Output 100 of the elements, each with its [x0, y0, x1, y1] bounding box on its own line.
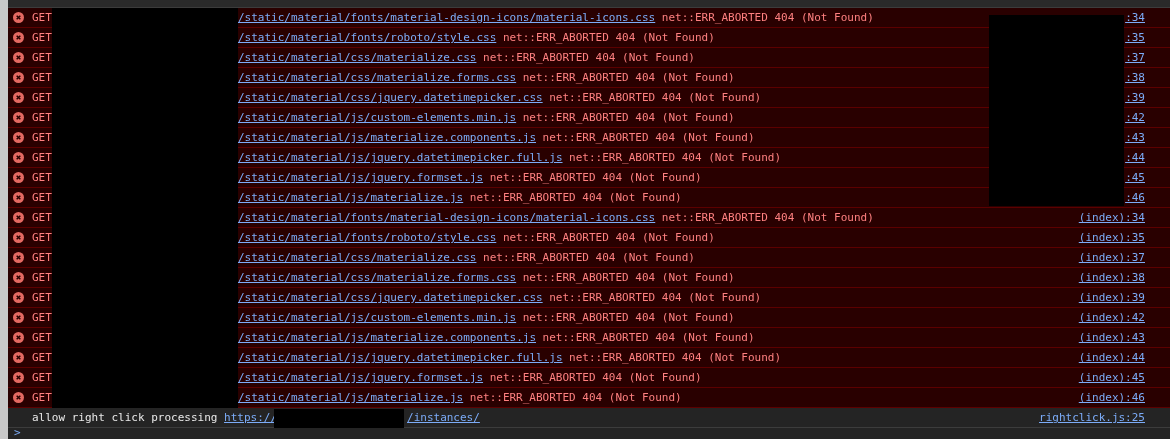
source-link[interactable]: :44 — [1125, 151, 1145, 164]
error-icon — [13, 252, 24, 263]
error-message: net::ERR_ABORTED 404 (Not Found) — [489, 371, 702, 384]
request-method: GET — [32, 391, 53, 404]
error-message: net::ERR_ABORTED 404 (Not Found) — [661, 211, 874, 224]
source-link[interactable]: (index):43 — [1078, 331, 1145, 344]
error-message: net::ERR_ABORTED 404 (Not Found) — [483, 51, 695, 64]
request-method: GET — [32, 91, 53, 104]
error-icon — [13, 212, 24, 223]
request-url-link[interactable]: /static/material/fonts/material-design-icons/material-icons.css — [238, 11, 656, 24]
source-link[interactable]: :39 — [1125, 91, 1145, 104]
error-icon — [13, 352, 24, 363]
request-method: GET — [32, 371, 53, 384]
error-message: net::ERR_ABORTED 404 (Not Found) — [483, 251, 695, 264]
source-link[interactable]: :34 — [1125, 11, 1145, 24]
source-link[interactable]: (index):37 — [1078, 251, 1145, 264]
error-icon — [13, 392, 24, 403]
source-link[interactable]: :35 — [1125, 31, 1145, 44]
request-method: GET — [32, 31, 53, 44]
request-method: GET — [32, 51, 53, 64]
request-method: GET — [32, 211, 53, 224]
source-link[interactable]: (index):39 — [1078, 291, 1145, 304]
error-message: net::ERR_ABORTED 404 (Not Found) — [542, 131, 755, 144]
error-icon — [13, 292, 24, 303]
url-link-end[interactable]: /instances/ — [407, 411, 480, 424]
source-link[interactable]: (index):44 — [1078, 351, 1145, 364]
request-url-link[interactable]: /static/material/css/materialize.css — [238, 51, 477, 64]
request-url-link[interactable]: /static/material/css/jquery.datetimepicker.css — [238, 91, 543, 104]
request-url-link[interactable]: /static/material/fonts/roboto/style.css — [238, 31, 497, 44]
error-icon — [13, 72, 24, 83]
request-method: GET — [32, 71, 53, 84]
error-message: net::ERR_ABORTED 404 (Not Found) — [549, 91, 762, 104]
log-message: allow right click processing — [32, 411, 218, 424]
source-link[interactable]: (index):42 — [1078, 311, 1145, 324]
request-url-link[interactable]: /static/material/css/materialize.forms.css — [238, 271, 517, 284]
error-icon — [13, 32, 24, 43]
request-url-link[interactable]: /static/material/js/jquery.datetimepicker.full.js — [238, 351, 563, 364]
request-url-link[interactable]: /static/material/js/custom-elements.min.js — [238, 311, 517, 324]
request-url-link[interactable]: /static/material/js/materialize.components.js — [238, 331, 536, 344]
error-message: net::ERR_ABORTED 404 (Not Found) — [522, 111, 735, 124]
error-message: net::ERR_ABORTED 404 (Not Found) — [661, 11, 874, 24]
error-icon — [13, 192, 24, 203]
request-url-link[interactable]: /static/material/fonts/material-design-icons/material-icons.css — [238, 211, 656, 224]
source-link[interactable]: :45 — [1125, 171, 1145, 184]
error-icon — [13, 172, 24, 183]
source-link[interactable]: (index):46 — [1078, 391, 1145, 404]
request-method: GET — [32, 191, 53, 204]
source-link[interactable]: rightclick.js:25 — [1039, 411, 1145, 424]
error-message: net::ERR_ABORTED 404 (Not Found) — [549, 291, 762, 304]
source-link[interactable]: (index):35 — [1078, 231, 1145, 244]
request-method: GET — [32, 271, 53, 284]
error-icon — [13, 112, 24, 123]
error-message: net::ERR_ABORTED 404 (Not Found) — [469, 391, 682, 404]
error-icon — [13, 272, 24, 283]
request-url-link[interactable]: /static/material/css/jquery.datetimepicker.css — [238, 291, 543, 304]
source-link[interactable]: :37 — [1125, 51, 1145, 64]
source-link[interactable]: (index):34 — [1078, 211, 1145, 224]
error-icon — [13, 52, 24, 63]
error-message: net::ERR_ABORTED 404 (Not Found) — [489, 171, 702, 184]
source-link[interactable]: (index):38 — [1078, 271, 1145, 284]
request-method: GET — [32, 311, 53, 324]
request-method: GET — [32, 151, 53, 164]
request-url-link[interactable]: /static/material/js/materialize.js — [238, 391, 464, 404]
error-icon — [13, 332, 24, 343]
error-icon — [13, 232, 24, 243]
error-message: net::ERR_ABORTED 404 (Not Found) — [469, 191, 682, 204]
request-url-link[interactable]: /static/material/css/materialize.forms.css — [238, 71, 517, 84]
error-message: net::ERR_ABORTED 404 (Not Found) — [569, 151, 782, 164]
error-icon — [13, 12, 24, 23]
source-link[interactable]: :38 — [1125, 71, 1145, 84]
request-url-link[interactable]: /static/material/css/materialize.css — [238, 251, 477, 264]
error-message: net::ERR_ABORTED 404 (Not Found) — [569, 351, 782, 364]
console-prompt[interactable]: > — [14, 428, 21, 437]
error-icon — [13, 132, 24, 143]
error-icon — [13, 152, 24, 163]
request-method: GET — [32, 11, 53, 24]
error-icon — [13, 92, 24, 103]
error-icon — [13, 372, 24, 383]
error-icon — [13, 312, 24, 323]
source-link[interactable]: :46 — [1125, 191, 1145, 204]
error-message: net::ERR_ABORTED 404 (Not Found) — [522, 271, 735, 284]
source-link[interactable]: :42 — [1125, 111, 1145, 124]
request-method: GET — [32, 231, 53, 244]
error-message: net::ERR_ABORTED 404 (Not Found) — [542, 331, 755, 344]
request-method: GET — [32, 111, 53, 124]
request-url-link[interactable]: /static/material/js/jquery.formset.js — [238, 171, 484, 184]
request-url-link[interactable]: /static/material/js/materialize.components.js — [238, 131, 536, 144]
source-link[interactable]: (index):45 — [1078, 371, 1145, 384]
error-message: net::ERR_ABORTED 404 (Not Found) — [502, 231, 715, 244]
error-message: net::ERR_ABORTED 404 (Not Found) — [522, 71, 735, 84]
request-url-link[interactable]: /static/material/js/jquery.datetimepicker.full.js — [238, 151, 563, 164]
error-message: net::ERR_ABORTED 404 (Not Found) — [502, 31, 715, 44]
request-url-link[interactable]: /static/material/js/materialize.js — [238, 191, 464, 204]
url-link-start[interactable]: https:// — [224, 411, 277, 424]
request-url-link[interactable]: /static/material/js/custom-elements.min.js — [238, 111, 517, 124]
request-url-link[interactable]: /static/material/js/jquery.formset.js — [238, 371, 484, 384]
source-link[interactable]: :43 — [1125, 131, 1145, 144]
request-url-link[interactable]: /static/material/fonts/roboto/style.css — [238, 231, 497, 244]
request-method: GET — [32, 171, 53, 184]
request-method: GET — [32, 251, 53, 264]
